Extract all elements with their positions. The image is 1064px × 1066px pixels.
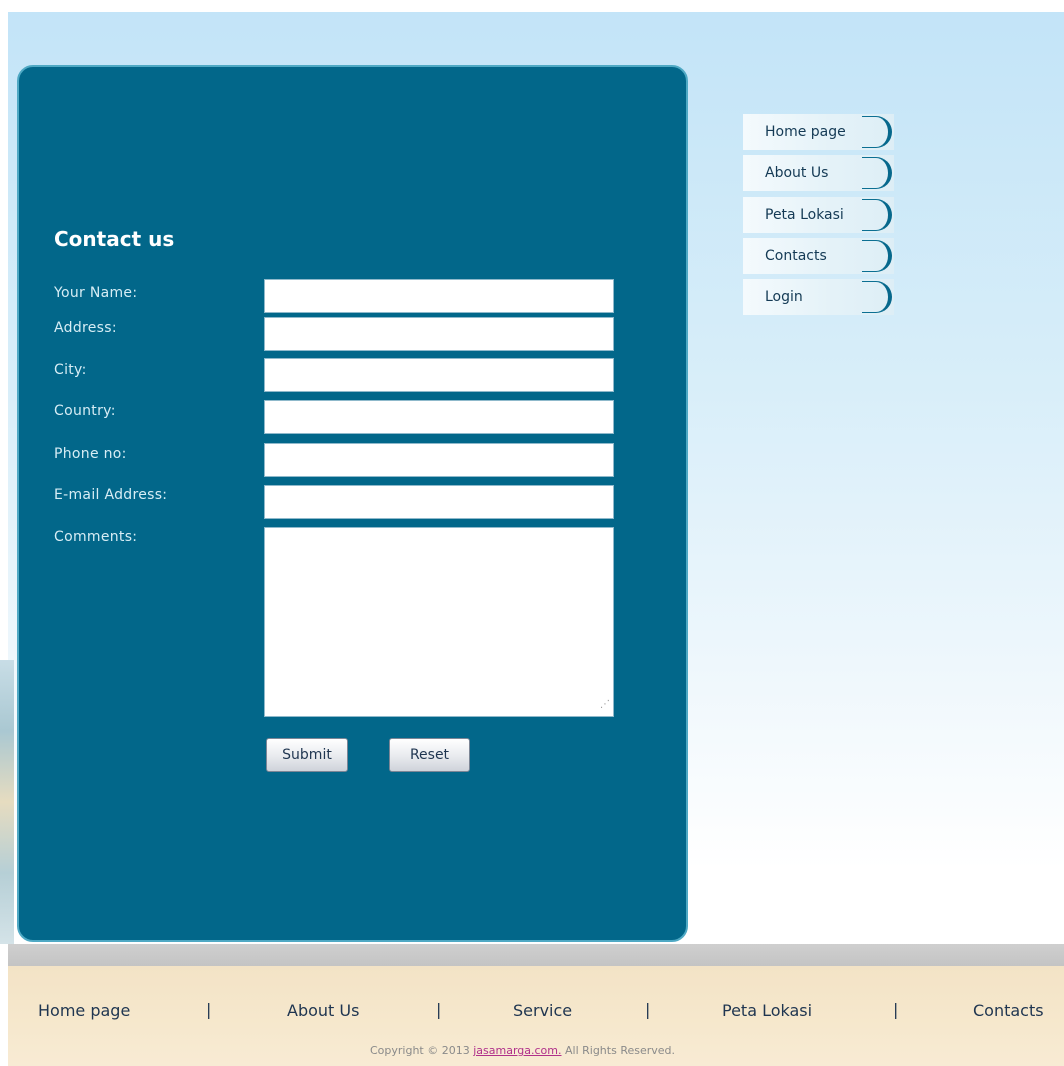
side-nav-item-about[interactable]: About Us (743, 155, 894, 191)
phone-label: Phone no: (54, 446, 127, 462)
swoosh-icon (862, 157, 892, 189)
side-nav-label: Peta Lokasi (765, 207, 844, 223)
side-nav-label: Login (765, 289, 803, 305)
city-label: City: (54, 362, 87, 378)
email-label: E-mail Address: (54, 487, 168, 503)
footer-link-service[interactable]: Service (513, 1001, 572, 1020)
side-nav-label: Contacts (765, 248, 827, 264)
side-nav-item-contacts[interactable]: Contacts (743, 238, 894, 274)
resize-grip-icon[interactable]: ⋰ (596, 700, 610, 714)
side-nav: Home page About Us Peta Lokasi Contacts … (743, 114, 894, 316)
side-nav-label: About Us (765, 165, 829, 181)
swoosh-icon (862, 281, 892, 313)
name-label: Your Name: (54, 285, 138, 301)
comments-textarea[interactable] (264, 527, 614, 717)
footer-link-home[interactable]: Home page (38, 1001, 130, 1020)
footer-divider-band (8, 944, 1064, 966)
footer-separator: | (893, 1000, 899, 1019)
footer-separator: | (206, 1000, 212, 1019)
beach-edge-image (0, 660, 14, 944)
swoosh-icon (862, 199, 892, 231)
city-field[interactable] (264, 358, 614, 392)
side-nav-label: Home page (765, 124, 846, 140)
side-nav-item-login[interactable]: Login (743, 279, 894, 315)
copyright-link[interactable]: jasamarga.com. (473, 1044, 561, 1057)
copyright-text: Copyright © 2013 jasamarga.com. All Righ… (370, 1044, 675, 1057)
footer-link-about[interactable]: About Us (287, 1001, 359, 1020)
copyright-suffix: All Rights Reserved. (561, 1044, 676, 1057)
side-nav-item-home[interactable]: Home page (743, 114, 894, 150)
address-field[interactable] (264, 317, 614, 351)
contact-title: Contact us (54, 227, 175, 251)
footer-separator: | (436, 1000, 442, 1019)
address-label: Address: (54, 320, 117, 336)
country-field[interactable] (264, 400, 614, 434)
name-field[interactable] (264, 279, 614, 313)
footer-link-contacts[interactable]: Contacts (973, 1001, 1044, 1020)
email-field[interactable] (264, 485, 614, 519)
swoosh-icon (862, 116, 892, 148)
swoosh-icon (862, 240, 892, 272)
comments-label: Comments: (54, 529, 138, 545)
country-label: Country: (54, 403, 116, 419)
top-strip (0, 0, 1064, 12)
footer-link-peta-lokasi[interactable]: Peta Lokasi (722, 1001, 812, 1020)
reset-button[interactable]: Reset (389, 738, 470, 772)
phone-field[interactable] (264, 443, 614, 477)
page: Contact us Your Name: Address: City: Cou… (0, 0, 1064, 1066)
copyright-prefix: Copyright © 2013 (370, 1044, 474, 1057)
submit-button[interactable]: Submit (266, 738, 348, 772)
side-nav-item-peta-lokasi[interactable]: Peta Lokasi (743, 197, 894, 233)
footer-separator: | (645, 1000, 651, 1019)
